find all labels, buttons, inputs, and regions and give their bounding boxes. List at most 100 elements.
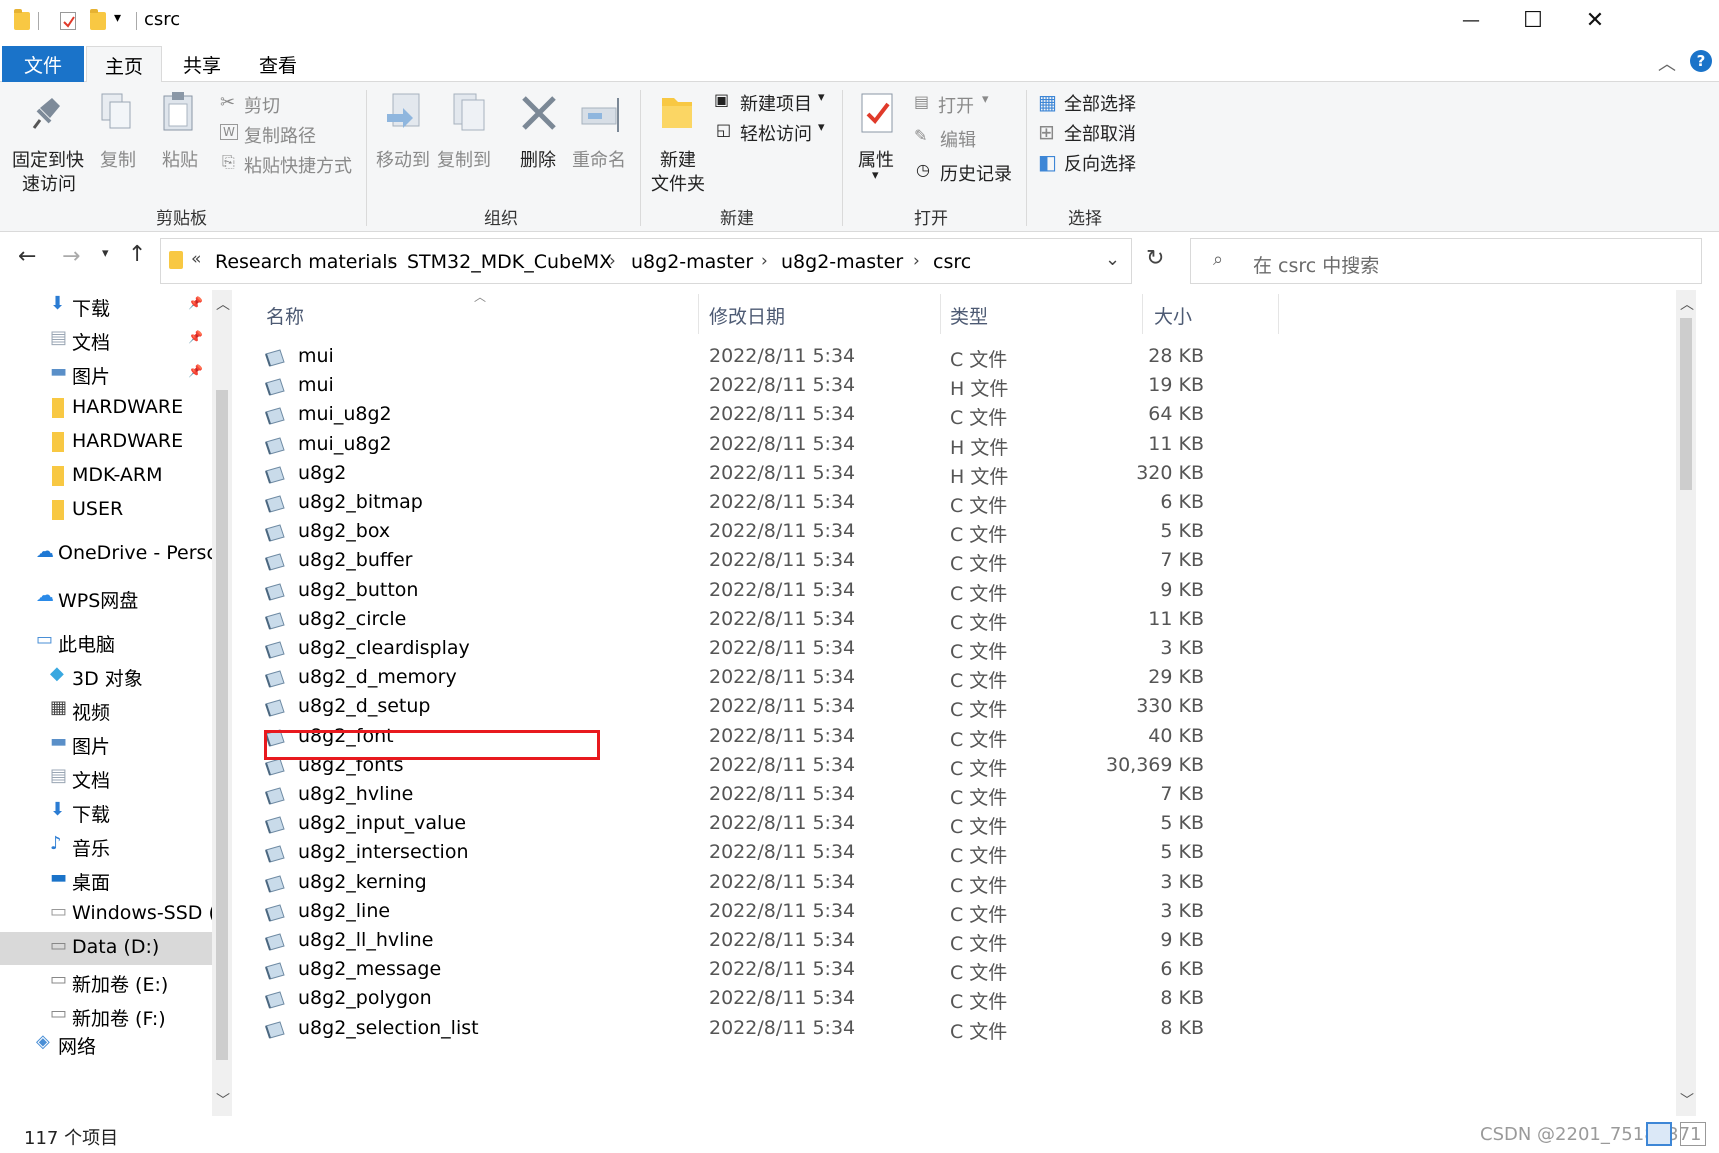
- select-none-icon[interactable]: ⊞: [1038, 120, 1055, 144]
- open-button[interactable]: 打开: [938, 92, 974, 118]
- column-header-type[interactable]: 类型: [950, 302, 988, 329]
- edit-button[interactable]: 编辑: [940, 126, 976, 152]
- up-arrow-icon[interactable]: ↑: [128, 242, 146, 267]
- nav-item[interactable]: ☁ WPS网盘: [0, 582, 212, 615]
- nav-item[interactable]: ⬇ 下载 📌: [0, 290, 212, 323]
- nav-scroll-thumb[interactable]: [216, 390, 228, 1060]
- breadcrumb-chevron-icon[interactable]: ›: [609, 251, 616, 271]
- tab-file[interactable]: 文件: [2, 46, 84, 82]
- nav-item[interactable]: ⬇ 下载: [0, 796, 212, 829]
- file-row[interactable]: u8g2_button 2022/8/11 5:34 C 文件 9 KB: [264, 576, 1264, 608]
- copy-button[interactable]: 复制: [100, 146, 136, 172]
- file-list-scrollbar[interactable]: ︿ ﹀: [1676, 290, 1696, 1116]
- chevron-down-icon[interactable]: ▾: [818, 90, 825, 105]
- scroll-up-icon[interactable]: ︿: [216, 294, 230, 314]
- properties-icon[interactable]: [858, 92, 898, 136]
- column-header-name[interactable]: 名称: [266, 302, 304, 329]
- scroll-up-icon[interactable]: ︿: [1680, 294, 1694, 314]
- file-row[interactable]: u8g2_polygon 2022/8/11 5:34 C 文件 8 KB: [264, 984, 1264, 1016]
- breadcrumb-item[interactable]: Research materials: [215, 251, 397, 273]
- scissors-icon[interactable]: ✂: [220, 92, 235, 113]
- move-to-button[interactable]: 移动到: [376, 146, 430, 172]
- nav-item[interactable]: ▬ 桌面: [0, 864, 212, 897]
- invert-selection-icon[interactable]: ◧: [1038, 150, 1057, 174]
- address-bar[interactable]: « Research materials › STM32_MDK_CubeMX …: [160, 238, 1132, 284]
- breadcrumb-item[interactable]: u8g2-master: [631, 251, 753, 273]
- nav-item[interactable]: ▦ 视频: [0, 694, 212, 727]
- nav-item[interactable]: ▭ Windows-SSD (: [0, 898, 216, 931]
- nav-item[interactable]: HARDWARE: [0, 426, 212, 459]
- file-row[interactable]: u8g2_circle 2022/8/11 5:34 C 文件 11 KB: [264, 605, 1264, 637]
- edit-icon[interactable]: ✎: [914, 126, 927, 145]
- nav-item[interactable]: ◆ 3D 对象: [0, 660, 212, 693]
- select-none-button[interactable]: 全部取消: [1064, 120, 1136, 146]
- open-icon[interactable]: ▤: [914, 92, 929, 111]
- file-row[interactable]: u8g2 2022/8/11 5:34 H 文件 320 KB: [264, 459, 1264, 491]
- nav-item[interactable]: ▤ 文档: [0, 762, 212, 795]
- nav-item[interactable]: ◈ 网络: [0, 1028, 212, 1061]
- breadcrumb-item[interactable]: u8g2-master: [781, 251, 903, 273]
- file-row[interactable]: u8g2_kerning 2022/8/11 5:34 C 文件 3 KB: [264, 868, 1264, 900]
- file-row[interactable]: u8g2_buffer 2022/8/11 5:34 C 文件 7 KB: [264, 546, 1264, 578]
- easy-access-button[interactable]: 轻松访问: [740, 120, 812, 146]
- delete-icon[interactable]: [520, 94, 558, 132]
- nav-item[interactable]: ♪ 音乐: [0, 830, 212, 863]
- customize-toolbar-icon[interactable]: ▾: [114, 10, 121, 26]
- refresh-icon[interactable]: ↻: [1146, 246, 1164, 271]
- file-row[interactable]: mui_u8g2 2022/8/11 5:34 C 文件 64 KB: [264, 400, 1264, 432]
- collapse-ribbon-icon[interactable]: ︿: [1658, 50, 1676, 76]
- history-button[interactable]: 历史记录: [940, 160, 1012, 186]
- invert-selection-button[interactable]: 反向选择: [1064, 150, 1136, 176]
- address-dropdown-icon[interactable]: ⌄: [1105, 249, 1120, 270]
- select-all-button[interactable]: 全部选择: [1064, 90, 1136, 116]
- new-folder-label-1[interactable]: 新建: [660, 146, 696, 172]
- column-header-size[interactable]: 大小: [1154, 302, 1192, 329]
- minimize-button[interactable]: —: [1440, 0, 1502, 40]
- search-input[interactable]: 在 csrc 中搜索: [1253, 251, 1379, 278]
- pin-quick-access-label-1[interactable]: 固定到快: [12, 146, 84, 172]
- file-row[interactable]: u8g2_d_memory 2022/8/11 5:34 C 文件 29 KB: [264, 663, 1264, 695]
- properties-check-icon[interactable]: [60, 12, 76, 30]
- nav-scrollbar[interactable]: ︿ ﹀: [212, 290, 232, 1116]
- scroll-down-icon[interactable]: ﹀: [1680, 1090, 1694, 1110]
- history-icon[interactable]: ◷: [916, 160, 930, 179]
- scroll-down-icon[interactable]: ﹀: [216, 1090, 230, 1110]
- delete-button[interactable]: 删除: [520, 146, 556, 172]
- paste-shortcut-icon[interactable]: ⎘: [222, 152, 235, 172]
- recent-locations-icon[interactable]: ▾: [102, 246, 109, 261]
- breadcrumb-chevron-icon[interactable]: ›: [913, 251, 920, 271]
- chevron-down-icon[interactable]: ▾: [982, 92, 989, 107]
- nav-item[interactable]: ▭ 此电脑: [0, 626, 212, 659]
- nav-item[interactable]: MDK-ARM: [0, 460, 212, 493]
- select-all-icon[interactable]: ▦: [1038, 90, 1057, 114]
- nav-item[interactable]: ▭ Data (D:): [0, 932, 212, 965]
- copy-to-icon[interactable]: [448, 90, 488, 134]
- file-row[interactable]: u8g2_cleardisplay 2022/8/11 5:34 C 文件 3 KB: [264, 634, 1264, 666]
- help-icon[interactable]: ?: [1690, 50, 1712, 72]
- new-folder-icon[interactable]: [90, 9, 106, 30]
- pin-icon[interactable]: [30, 92, 66, 132]
- breadcrumb-item[interactable]: csrc: [933, 251, 971, 273]
- search-box[interactable]: ⌕ 在 csrc 中搜索: [1190, 238, 1702, 284]
- paste-button[interactable]: 粘贴: [162, 146, 198, 172]
- copy-path-button[interactable]: 复制路径: [244, 122, 316, 148]
- maximize-button[interactable]: ☐: [1502, 0, 1564, 40]
- copy-to-button[interactable]: 复制到: [437, 146, 491, 172]
- nav-item[interactable]: ▬ 图片: [0, 728, 212, 761]
- nav-item[interactable]: ▬ 图片 📌: [0, 358, 212, 391]
- file-list-scroll-thumb[interactable]: [1680, 318, 1692, 490]
- file-row[interactable]: u8g2_ll_hvline 2022/8/11 5:34 C 文件 9 KB: [264, 926, 1264, 958]
- nav-item[interactable]: ☁ OneDrive - Persc: [0, 538, 217, 571]
- tab-share[interactable]: 共享: [164, 46, 240, 82]
- close-button[interactable]: ✕: [1564, 0, 1626, 40]
- details-view-icon[interactable]: [1646, 1122, 1672, 1146]
- paste-icon[interactable]: [160, 90, 196, 134]
- new-folder-icon[interactable]: [660, 92, 694, 132]
- tab-home[interactable]: 主页: [86, 46, 162, 83]
- copy-path-icon[interactable]: W: [220, 124, 238, 140]
- nav-item[interactable]: ▭ 新加卷 (E:): [0, 966, 212, 999]
- tab-view[interactable]: 查看: [240, 46, 316, 82]
- file-row[interactable]: u8g2_hvline 2022/8/11 5:34 C 文件 7 KB: [264, 780, 1264, 812]
- back-arrow-icon[interactable]: ←: [18, 244, 36, 269]
- file-row[interactable]: u8g2_message 2022/8/11 5:34 C 文件 6 KB: [264, 955, 1264, 987]
